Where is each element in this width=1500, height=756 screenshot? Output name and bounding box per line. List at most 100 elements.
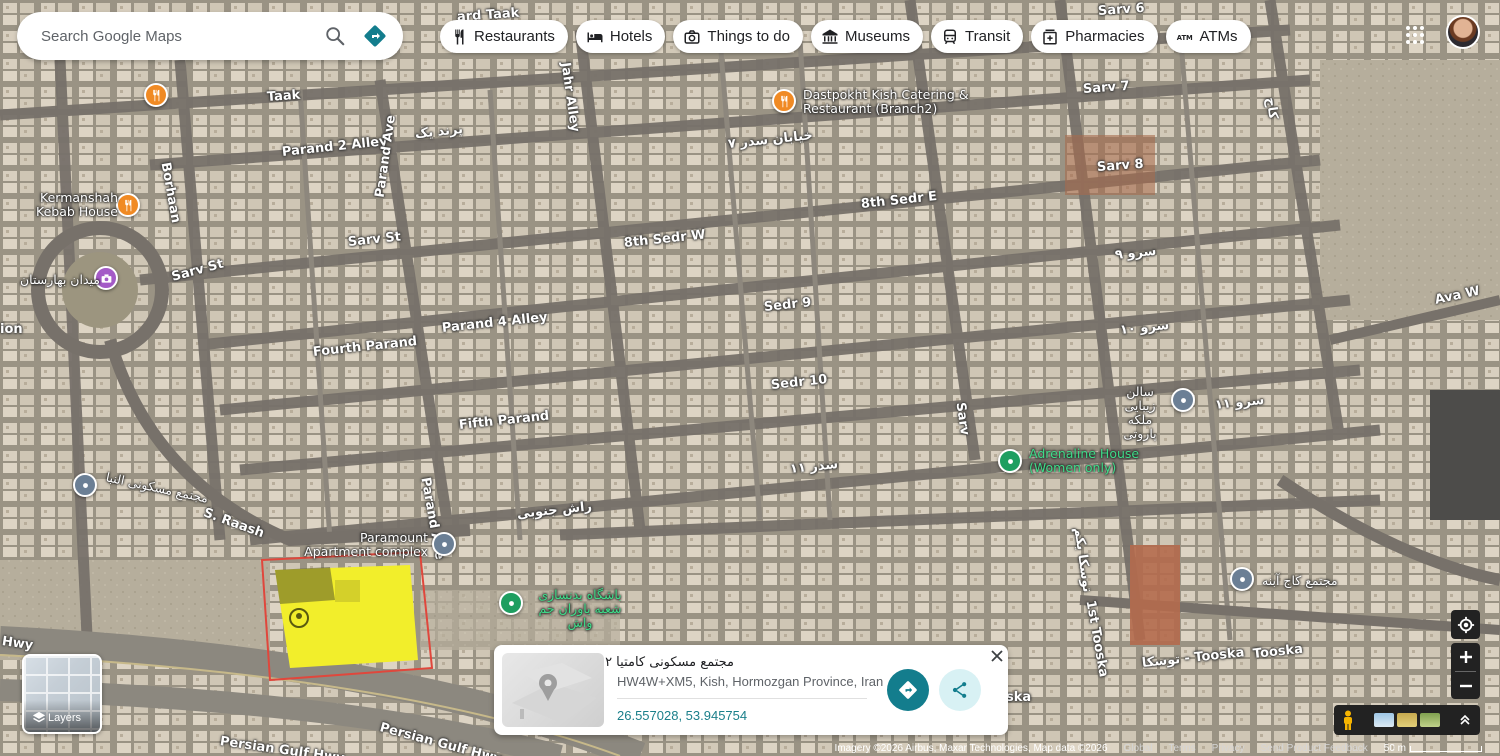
chip-museums[interactable]: Museums	[810, 20, 923, 53]
place-address: HW4W+XM5, Kish, Hormozgan Province, Iran	[617, 674, 884, 689]
search-box[interactable]	[17, 12, 403, 60]
restaurant-pin[interactable]	[116, 193, 140, 217]
restaurant-pin[interactable]	[772, 89, 796, 113]
place-title: مجتمع مسکونی کامتیا ۲	[605, 655, 734, 670]
fork-knife-icon	[124, 199, 131, 211]
card-divider	[617, 698, 867, 699]
search-button[interactable]	[315, 16, 355, 56]
account-avatar[interactable]	[1446, 15, 1480, 49]
search-icon	[326, 27, 345, 46]
terms-link[interactable]: Terms	[1168, 743, 1195, 754]
map-scale[interactable]: 50 m	[1384, 743, 1482, 754]
place-label-kaj[interactable]: مجتمع کاج آبنه	[1262, 574, 1338, 588]
museum-icon	[822, 29, 838, 44]
chip-label: ATMs	[1199, 28, 1238, 45]
map-placeholder-icon	[512, 663, 597, 723]
chip-label: Restaurants	[474, 28, 555, 45]
layers-icon	[32, 711, 46, 723]
pin-dot-icon	[1239, 576, 1245, 582]
imagery-thumbnail-2[interactable]	[1397, 713, 1417, 727]
restaurant-pin[interactable]	[144, 83, 168, 107]
gym-pin[interactable]	[499, 591, 523, 615]
scale-bar	[1410, 745, 1482, 752]
my-location-button[interactable]	[1451, 610, 1480, 639]
salon-pin[interactable]	[1171, 388, 1195, 412]
chip-hotels[interactable]: Hotels	[575, 20, 666, 53]
close-icon	[991, 650, 1003, 662]
pin-dot-icon	[1007, 458, 1013, 464]
place-label-dastpokht[interactable]: Dastpokht Kish Catering & Restaurant (Br…	[803, 88, 973, 116]
street-label: کاج	[1262, 96, 1281, 121]
street-label: ska	[1006, 690, 1032, 705]
train-icon	[944, 29, 956, 44]
minus-icon	[1459, 684, 1472, 688]
pegman-icon	[1344, 710, 1352, 730]
apps-grid-icon	[1406, 26, 1424, 44]
zoom-out-button[interactable]	[1451, 672, 1480, 700]
chip-label: Transit	[965, 28, 1011, 45]
place-label-adrenaline[interactable]: Adrenaline House (Women only)	[1029, 447, 1149, 475]
place-info-card[interactable]: مجتمع مسکونی کامتیا ۲ HW4W+XM5, Kish, Ho…	[494, 645, 1008, 735]
place-thumbnail[interactable]	[502, 653, 604, 727]
place-coordinates[interactable]: 26.557028, 53.945754	[617, 708, 747, 723]
layers-button[interactable]: Layers	[22, 654, 102, 734]
chip-pharmacies[interactable]: Pharmacies	[1031, 20, 1158, 53]
card-close-button[interactable]	[988, 647, 1006, 665]
chip-label: Museums	[844, 28, 910, 45]
imagery-thumbnail-1[interactable]	[1374, 713, 1394, 727]
camera-icon	[684, 29, 700, 44]
chip-transit[interactable]: Transit	[931, 20, 1024, 53]
street-label: Taak	[266, 87, 301, 105]
zoom-controls	[1451, 643, 1480, 699]
pin-dot-icon	[441, 541, 447, 547]
residential-pin[interactable]	[1230, 567, 1254, 591]
location-target-icon	[1457, 616, 1474, 633]
privacy-link[interactable]: Privacy	[1212, 743, 1245, 754]
google-apps-button[interactable]	[1400, 20, 1430, 50]
directions-button[interactable]	[355, 16, 395, 56]
directions-icon	[364, 25, 386, 47]
fork-knife-icon	[455, 29, 464, 44]
fork-knife-icon	[780, 95, 787, 107]
search-input[interactable]	[41, 27, 315, 45]
place-label-bodybuilding[interactable]: باشگاه بدنسازی شعبه یاوران جم واش	[530, 588, 630, 630]
imagery-attribution: Imagery ©2026 Airbus, Maxar Technologies…	[834, 743, 1108, 754]
street-view-pegman[interactable]	[1334, 705, 1362, 735]
place-label-kermanshah[interactable]: Kermanshah Kebab House	[26, 191, 118, 219]
place-label-salon[interactable]: سالن زیبایی ملکه پاروتی	[1112, 385, 1168, 441]
chip-restaurants[interactable]: Restaurants	[440, 20, 568, 53]
scale-label: 50 m	[1383, 743, 1406, 754]
pin-dot-icon	[508, 600, 514, 606]
bottom-tools	[1334, 705, 1480, 735]
place-label-baharestan[interactable]: میدان بهارستان	[20, 273, 100, 287]
zoom-in-button[interactable]	[1451, 643, 1480, 671]
chip-atms[interactable]: ATM ATMs	[1165, 20, 1251, 53]
feedback-link[interactable]: Send Product Feedback	[1260, 743, 1367, 754]
global-link[interactable]: Global	[1124, 743, 1153, 754]
imagery-thumbnail-3[interactable]	[1420, 713, 1440, 727]
chevron-up-double-icon	[1460, 714, 1470, 725]
card-share-button[interactable]	[939, 669, 981, 711]
bed-icon	[587, 32, 603, 42]
residential-pin[interactable]	[73, 473, 97, 497]
chip-label: Hotels	[609, 28, 653, 45]
layers-label: Layers	[48, 712, 82, 724]
residential-pin[interactable]	[432, 532, 456, 556]
place-label-paramount[interactable]: Paramount Apartment complex	[302, 531, 428, 559]
fork-knife-icon	[152, 89, 159, 101]
directions-icon	[899, 681, 917, 699]
expand-imagery-button[interactable]	[1450, 705, 1480, 735]
pin-dot-icon	[1180, 397, 1186, 403]
camera-icon	[101, 273, 111, 283]
street-label: ion	[0, 322, 23, 337]
category-chips: Restaurants Hotels Things to do Museums …	[440, 20, 1251, 53]
share-icon	[952, 682, 967, 698]
gym-pin[interactable]	[998, 449, 1022, 473]
chip-label: Things to do	[707, 28, 790, 45]
atm-icon: ATM	[1176, 34, 1192, 42]
chip-things-to-do[interactable]: Things to do	[673, 20, 803, 53]
svg-text:ATM: ATM	[1176, 34, 1192, 42]
plus-icon	[1459, 651, 1472, 663]
card-directions-button[interactable]	[887, 669, 929, 711]
attribution-bar: Imagery ©2026 Airbus, Maxar Technologies…	[0, 741, 1500, 756]
